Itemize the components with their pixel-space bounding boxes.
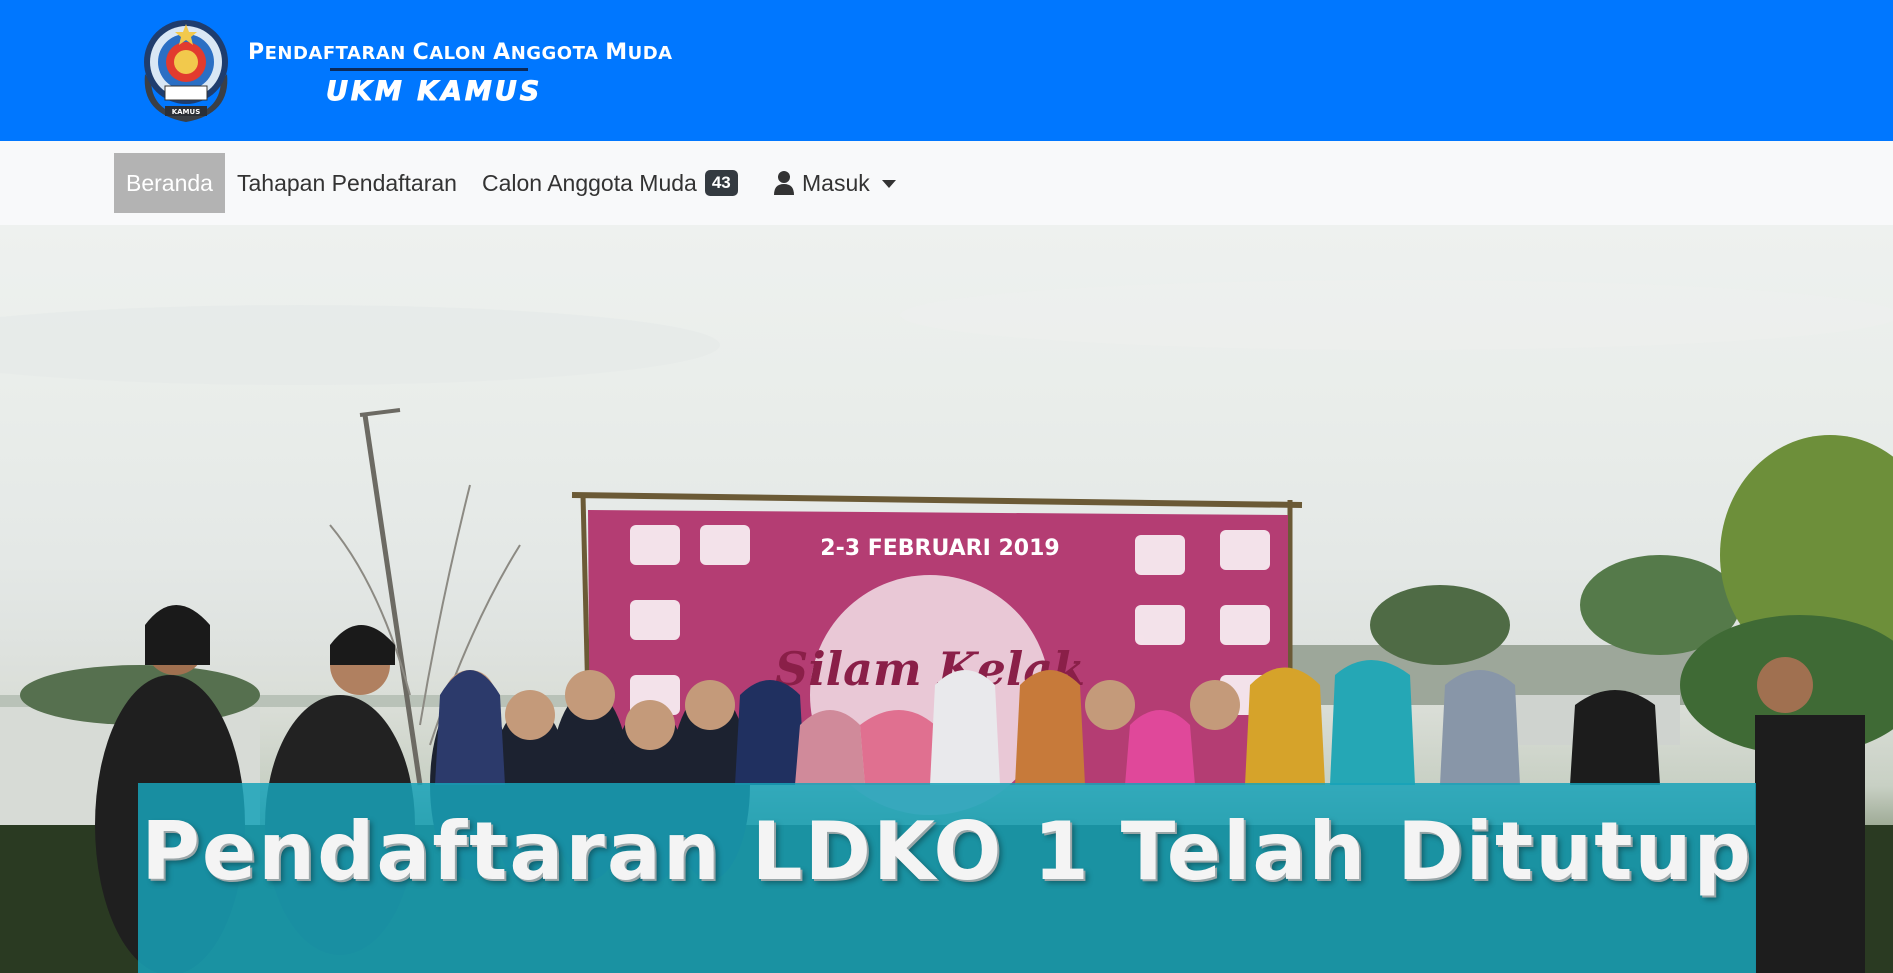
main-navbar: Beranda Tahapan Pendaftaran Calon Anggot…	[0, 141, 1893, 225]
user-icon	[774, 171, 794, 195]
nav-item-beranda[interactable]: Beranda	[114, 153, 225, 213]
hero-carousel-image: 2-3 FEBRUARI 2019 Silam Kelak Pendaftara…	[0, 225, 1893, 973]
nav-item-label: Calon Anggota Muda	[482, 169, 697, 196]
header-bar: KAMUS PENDAFTARAN CALON ANGGOTA MUDA UKM…	[0, 0, 1893, 141]
nav-item-tahapan-pendaftaran[interactable]: Tahapan Pendaftaran	[237, 153, 457, 213]
nav-item-label: Masuk	[802, 169, 870, 196]
title-divider	[330, 68, 528, 71]
caret-down-icon	[881, 180, 896, 188]
hero-caption-text: Pendaftaran LDKO 1 Telah Ditutup	[141, 805, 1753, 898]
ukm-kamus-logo-icon[interactable]: KAMUS	[135, 14, 237, 126]
hero-caption-box: Pendaftaran LDKO 1 Telah Ditutup	[138, 783, 1756, 973]
site-title: PENDAFTARAN CALON ANGGOTA MUDA	[248, 40, 673, 65]
logo-ring-text: KAMUS	[172, 108, 201, 116]
nav-item-masuk-dropdown[interactable]: Masuk	[774, 153, 896, 213]
candidate-count-badge: 43	[704, 170, 738, 196]
nav-item-calon-anggota-muda[interactable]: Calon Anggota Muda 43	[482, 153, 738, 213]
banner-date: 2-3 FEBRUARI 2019	[820, 536, 1059, 561]
site-subtitle: UKM KAMUS	[325, 76, 543, 108]
